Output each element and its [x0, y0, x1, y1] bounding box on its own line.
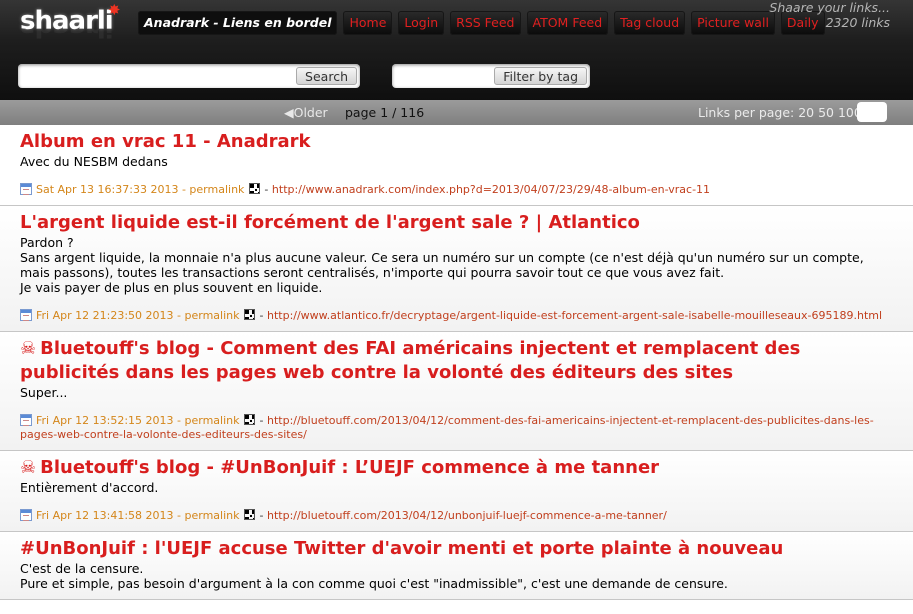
- permalink[interactable]: permalink: [185, 414, 240, 427]
- link-title[interactable]: L'argent liquide est-il forcément de l'a…: [20, 211, 893, 235]
- link-date: Fri Apr 12 21:23:50 2013: [36, 309, 174, 322]
- link-url[interactable]: http://bluetouff.com/2013/04/12/unbonjui…: [267, 509, 667, 522]
- skull-icon: ☠: [20, 338, 37, 359]
- link-url[interactable]: http://www.atlantico.fr/decryptage/argen…: [267, 309, 882, 322]
- header: shaarli shaarli ✸ Anadrark - Liens en bo…: [0, 0, 913, 100]
- skull-icon: ☠: [20, 457, 37, 478]
- search-button[interactable]: Search: [296, 67, 357, 85]
- logo-reflection: shaarli: [20, 28, 113, 42]
- older-link[interactable]: ◀Older: [284, 105, 328, 120]
- nav-tag-cloud[interactable]: Tag cloud: [614, 11, 686, 35]
- nav-picture-wall[interactable]: Picture wall: [691, 11, 775, 35]
- link-description: C'est de la censure. Pure et simple, pas…: [20, 561, 893, 591]
- link-item: L'argent liquide est-il forcément de l'a…: [0, 206, 913, 332]
- link-date: Fri Apr 12 13:41:58 2013: [36, 509, 174, 522]
- link-description: Pardon ? Sans argent liquide, la monnaie…: [20, 235, 893, 295]
- link-item: ☠ Bluetouff's blog - #UnBonJuif : L’UEJF …: [0, 451, 913, 532]
- link-item: ☠ Bluetouff's blog - Comment des FAI amér…: [0, 332, 913, 451]
- paging-bar: ◀Older page 1 / 116 Links per page: 20 5…: [0, 100, 913, 125]
- link-description: Avec du NESBM dedans: [20, 154, 168, 169]
- description-line: Je vais payer de plus en plus souvent en…: [20, 280, 323, 295]
- link-meta: Fri Apr 12 21:23:50 2013 - permalink - h…: [20, 309, 893, 323]
- link-date: Sat Apr 13 16:37:33 2013: [36, 183, 179, 196]
- link-meta: Sat Apr 13 16:37:33 2013 - permalink - h…: [20, 183, 893, 197]
- nav-rss-feed[interactable]: RSS Feed: [450, 11, 521, 35]
- permalink[interactable]: permalink: [185, 509, 240, 522]
- tag-filter-input[interactable]: Filter by tag: [392, 64, 590, 88]
- tagline-text: Shaare your links...: [769, 0, 890, 15]
- site-title[interactable]: Anadrark - Liens en bordel: [138, 11, 338, 35]
- nav-bar: Anadrark - Liens en bordel Home Login RS…: [138, 11, 825, 35]
- qrcode-icon[interactable]: [244, 509, 255, 520]
- link-title[interactable]: Album en vrac 11 - Anadrark: [20, 130, 893, 154]
- calendar-icon: [20, 414, 32, 426]
- description-line: C'est de la censure.: [20, 561, 144, 576]
- star-icon: ✸: [108, 1, 121, 19]
- link-date: Fri Apr 12 13:52:15 2013: [36, 414, 174, 427]
- older-label: Older: [293, 105, 328, 120]
- permalink[interactable]: permalink: [185, 309, 240, 322]
- nav-atom-feed[interactable]: ATOM Feed: [526, 11, 609, 35]
- link-title[interactable]: #UnBonJuif : l'UEJF accuse Twitter d'avo…: [20, 537, 893, 561]
- qrcode-icon[interactable]: [244, 414, 255, 425]
- page-indicator: page 1 / 116: [345, 105, 425, 120]
- calendar-icon: [20, 309, 32, 321]
- qrcode-icon[interactable]: [244, 309, 255, 320]
- link-title[interactable]: Bluetouff's blog - #UnBonJuif : L’UEJF c…: [40, 457, 659, 478]
- qrcode-icon[interactable]: [248, 183, 260, 194]
- link-meta: Fri Apr 12 13:41:58 2013 - permalink - h…: [20, 509, 893, 523]
- filter-by-tag-button[interactable]: Filter by tag: [494, 67, 587, 85]
- link-count: 2320 links: [825, 15, 890, 30]
- nav-home[interactable]: Home: [343, 11, 393, 35]
- link-meta: Fri Apr 12 13:52:15 2013 - permalink - h…: [20, 414, 874, 441]
- link-item: Album en vrac 11 - Anadrark Avec du NESB…: [0, 125, 913, 206]
- calendar-icon: [20, 509, 32, 521]
- link-description: Super...: [20, 385, 68, 400]
- link-title[interactable]: Bluetouff's blog - Comment des FAI améri…: [20, 338, 800, 383]
- tagline: Shaare your links... 2320 links: [769, 0, 890, 30]
- description-line: Sans argent liquide, la monnaie n'a plus…: [20, 250, 864, 280]
- nav-login[interactable]: Login: [398, 11, 445, 35]
- link-url[interactable]: http://www.anadrark.com/index.php?d=2013…: [272, 183, 710, 196]
- description-line: Pure et simple, pas besoin d'argument à …: [20, 576, 728, 591]
- permalink[interactable]: permalink: [189, 183, 244, 196]
- link-title-row[interactable]: ☠ Bluetouff's blog - #UnBonJuif : L’UEJF …: [20, 456, 893, 480]
- link-item: #UnBonJuif : l'UEJF accuse Twitter d'avo…: [0, 532, 913, 600]
- left-arrow-icon: ◀: [284, 105, 294, 120]
- calendar-icon: [20, 183, 32, 195]
- links-per-page-input[interactable]: [857, 102, 887, 122]
- search-input[interactable]: Search: [18, 64, 360, 88]
- link-list: Album en vrac 11 - Anadrark Avec du NESB…: [0, 125, 913, 600]
- links-per-page[interactable]: Links per page: 20 50 100: [698, 105, 862, 120]
- shaarli-logo[interactable]: shaarli shaarli ✸: [20, 1, 122, 43]
- link-title-row[interactable]: ☠ Bluetouff's blog - Comment des FAI amér…: [20, 337, 893, 385]
- description-line: Pardon ?: [20, 235, 74, 250]
- link-description: Entièrement d'accord.: [20, 480, 159, 495]
